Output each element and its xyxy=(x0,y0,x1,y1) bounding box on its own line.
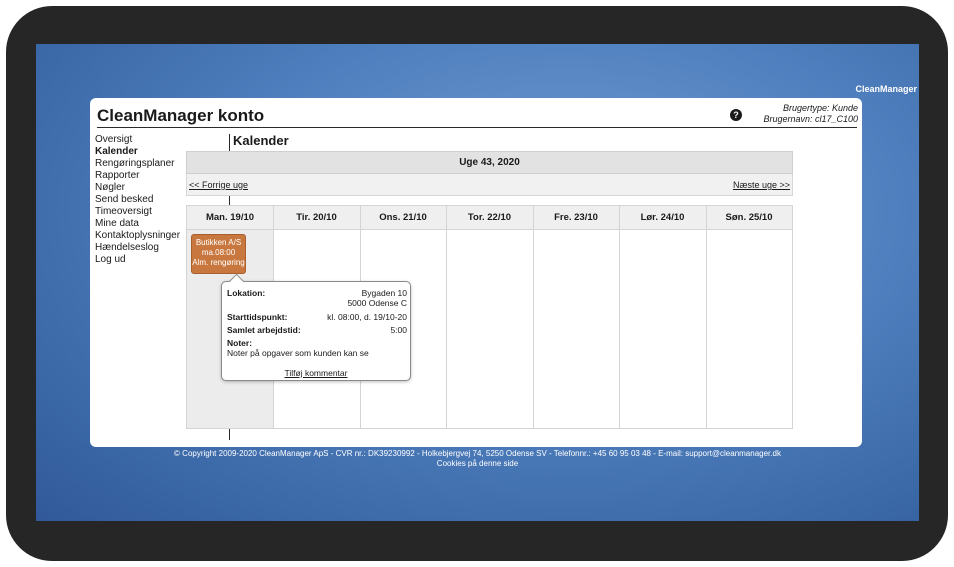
user-info: Brugertype: Kunde Brugernavn: cl17_C100 xyxy=(763,103,858,125)
calendar-event[interactable]: Butikken A/S ma.08:00 Alm. rengøring xyxy=(191,234,246,274)
worktime-value: 5:00 xyxy=(390,325,407,335)
footer-copyright: © Copyright 2009-2020 CleanManager ApS -… xyxy=(174,449,781,458)
event-time: ma.08:00 xyxy=(201,248,236,257)
start-value: kl. 08:00, d. 19/10-20 xyxy=(327,312,407,322)
notes-value: Noter på opgaver som kunden kan se xyxy=(227,348,369,358)
popup-start-row: Starttidspunkt: kl. 08:00, d. 19/10-20 xyxy=(227,312,407,322)
start-label: Starttidspunkt: xyxy=(227,312,288,322)
help-icon[interactable]: ? xyxy=(730,109,742,121)
page-header-title: CleanManager konto xyxy=(97,106,265,125)
sidebar-item-oversigt[interactable]: Oversigt xyxy=(95,134,225,146)
day-header-mon: Man. 19/10 xyxy=(205,212,255,223)
event-customer: Butikken A/S xyxy=(195,238,242,247)
day-header-sat: Lør. 24/10 xyxy=(640,212,685,223)
popup-notes-row: Noter: Noter på opgaver som kunden kan s… xyxy=(227,338,407,358)
location-label: Lokation: xyxy=(227,288,266,298)
event-type: Alm. rengøring xyxy=(192,258,245,267)
user-type: Brugertype: Kunde xyxy=(782,103,858,113)
brand-label: CleanManager xyxy=(855,84,917,94)
popup-worktime-row: Samlet arbejdstid: 5:00 xyxy=(227,325,407,335)
header-divider xyxy=(97,127,857,128)
day-header-sun: Søn. 25/10 xyxy=(725,212,773,223)
column-divider xyxy=(706,206,707,428)
column-divider xyxy=(446,206,447,428)
day-header-tue: Tir. 20/10 xyxy=(296,212,337,223)
calendar-header: Man. 19/10 Tir. 20/10 Ons. 21/10 Tor. 22… xyxy=(187,206,792,230)
location-value: Bygaden 10 5000 Odense C xyxy=(347,288,407,308)
popup-location-row: Lokation: Bygaden 10 5000 Odense C xyxy=(227,288,407,308)
previous-week-link[interactable]: << Forrige uge xyxy=(189,180,248,190)
column-divider xyxy=(619,206,620,428)
page-title: Kalender xyxy=(233,133,289,148)
screen: CleanManager CleanManager konto ? Bruger… xyxy=(36,44,919,521)
add-comment-link[interactable]: Tilføj kommentar xyxy=(222,368,410,378)
worktime-label: Samlet arbejdstid: xyxy=(227,325,301,335)
week-nav: << Forrige uge Næste uge >> xyxy=(186,174,793,196)
event-details-popup: Lokation: Bygaden 10 5000 Odense C Start… xyxy=(221,273,411,381)
day-header-fri: Fre. 23/10 xyxy=(554,212,598,223)
location-street: Bygaden 10 xyxy=(361,288,407,298)
week-label: Uge 43, 2020 xyxy=(186,151,793,174)
location-city: 5000 Odense C xyxy=(347,298,407,308)
notes-label: Noter: xyxy=(227,338,253,348)
footer: © Copyright 2009-2020 CleanManager ApS -… xyxy=(36,449,919,469)
day-header-thu: Tor. 22/10 xyxy=(467,212,512,223)
next-week-link[interactable]: Næste uge >> xyxy=(733,180,790,190)
column-divider xyxy=(533,206,534,428)
user-name: Brugernavn: cl17_C100 xyxy=(763,114,858,124)
cookies-link[interactable]: Cookies på denne side xyxy=(36,459,919,469)
day-header-wed: Ons. 21/10 xyxy=(379,212,427,223)
